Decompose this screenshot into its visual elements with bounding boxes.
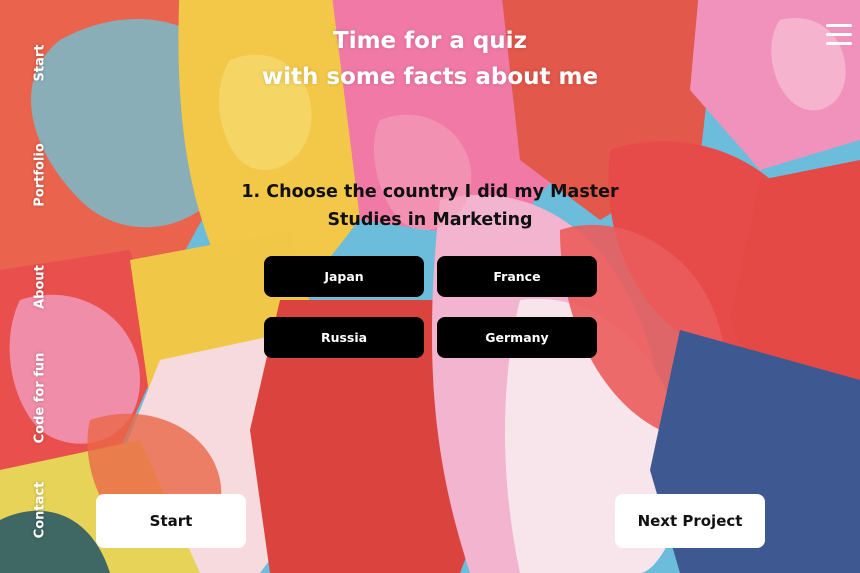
nav-item-about[interactable]: About: [33, 265, 48, 309]
answer-button-russia[interactable]: Russia: [264, 317, 424, 358]
answer-button-germany[interactable]: Germany: [437, 317, 597, 358]
nav-item-contact[interactable]: Contact: [33, 482, 48, 539]
page-title-line-2: with some facts about me: [261, 64, 599, 90]
hamburger-menu-icon[interactable]: [826, 22, 852, 48]
quiz-question: 1. Choose the country I did my Master St…: [241, 182, 619, 230]
start-button[interactable]: Start: [96, 494, 246, 548]
nav-item-portfolio[interactable]: Portfolio: [33, 143, 48, 207]
next-project-button[interactable]: Next Project: [615, 494, 765, 548]
answer-button-japan[interactable]: Japan: [264, 256, 424, 297]
page-title-line-1: Time for a quiz: [333, 28, 527, 54]
answer-button-france[interactable]: France: [437, 256, 597, 297]
nav-item-code-for-fun[interactable]: Code for fun: [33, 353, 48, 444]
